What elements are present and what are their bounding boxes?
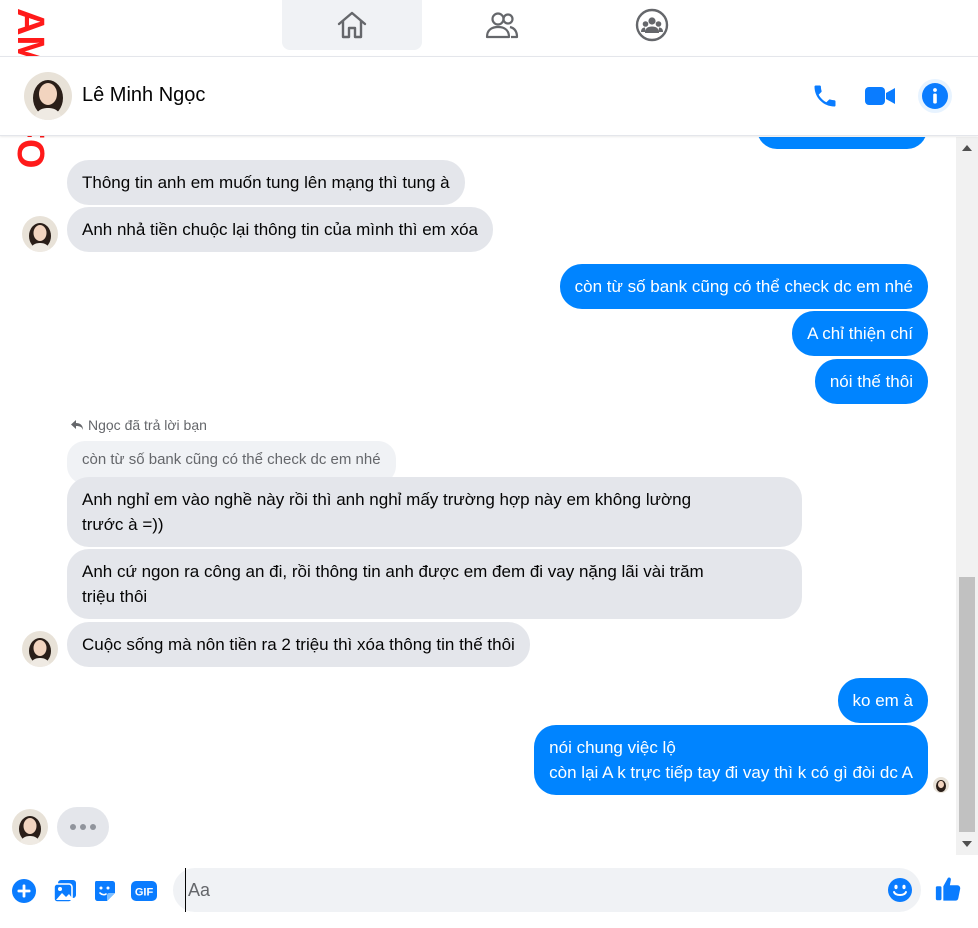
photo-icon — [53, 880, 76, 903]
message-composer: GIF — [0, 855, 978, 928]
emoji-button[interactable] — [887, 877, 913, 903]
gif-button[interactable]: GIF — [130, 877, 158, 905]
message-bubble-incoming[interactable]: Anh nhả tiền chuộc lại thông tin của mìn… — [67, 207, 493, 252]
home-icon — [337, 11, 367, 39]
phone-icon — [814, 85, 836, 107]
video-call-button[interactable] — [863, 79, 897, 113]
groups-icon — [635, 8, 669, 42]
seen-indicator-avatar — [933, 777, 949, 793]
reply-label-text: Ngọc đã trả lời bạn — [88, 417, 207, 433]
reply-indicator: Ngọc đã trả lời bạn — [70, 417, 207, 433]
scrollbar[interactable] — [956, 137, 978, 855]
avatar[interactable] — [22, 631, 58, 667]
conversation-header: Lê Minh Ngọc — [0, 56, 978, 136]
scroll-up-button[interactable] — [956, 137, 978, 159]
video-icon — [865, 87, 895, 105]
conversation-info-button[interactable] — [918, 79, 952, 113]
message-input-container — [173, 868, 921, 912]
message-bubble-outgoing[interactable]: nói chung việc lộ còn lại A k trực tiếp … — [534, 725, 928, 795]
typing-dot — [80, 824, 86, 830]
contact-name[interactable]: Lê Minh Ngọc — [82, 84, 205, 107]
tab-people[interactable] — [432, 0, 572, 50]
reply-arrow-icon — [71, 420, 83, 430]
plus-icon — [12, 879, 36, 903]
message-bubble-incoming[interactable]: Anh cứ ngon ra công an đi, rồi thông tin… — [67, 549, 802, 619]
sticker-button[interactable] — [91, 877, 119, 905]
avatar[interactable] — [12, 809, 48, 845]
tab-home[interactable] — [282, 0, 422, 50]
typing-dot — [90, 824, 96, 830]
message-bubble-outgoing[interactable] — [757, 137, 927, 149]
attach-photo-button[interactable] — [51, 877, 79, 905]
message-bubble-outgoing[interactable]: nói thế thôi — [814, 359, 928, 404]
message-input[interactable] — [185, 868, 875, 912]
voice-call-button[interactable] — [808, 79, 842, 113]
tab-groups[interactable] — [582, 0, 722, 50]
emoji-icon — [888, 878, 912, 902]
message-bubble-outgoing[interactable]: A chỉ thiện chí — [792, 311, 928, 356]
gif-label: GIF — [135, 887, 154, 899]
top-navigation — [0, 0, 978, 55]
more-actions-button[interactable] — [10, 877, 38, 905]
gif-icon: GIF — [131, 881, 157, 901]
message-bubble-outgoing[interactable]: còn từ số bank cũng có thể check dc em n… — [559, 264, 928, 309]
message-bubble-incoming[interactable]: Anh nghỉ em vào nghề này rồi thì anh ngh… — [67, 477, 802, 547]
info-icon — [922, 83, 948, 109]
avatar[interactable] — [22, 216, 58, 252]
like-icon — [935, 877, 961, 901]
message-bubble-incoming[interactable]: Thông tin anh em muốn tung lên mạng thì … — [67, 160, 465, 205]
sticker-icon — [95, 881, 115, 901]
scroll-up-arrow-icon — [962, 145, 972, 151]
scroll-down-arrow-icon — [962, 841, 972, 847]
send-like-button[interactable] — [934, 875, 962, 903]
message-list[interactable]: Thông tin anh em muốn tung lên mạng thì … — [0, 137, 956, 855]
avatar[interactable] — [24, 72, 72, 120]
scrollbar-thumb[interactable] — [959, 577, 975, 832]
scroll-down-button[interactable] — [956, 833, 978, 855]
message-bubble-outgoing[interactable]: ko em à — [837, 678, 928, 723]
typing-dot — [70, 824, 76, 830]
message-bubble-incoming[interactable]: Cuộc sống mà nôn tiền ra 2 triệu thì xóa… — [67, 622, 530, 667]
typing-indicator — [57, 807, 109, 847]
people-icon — [485, 12, 519, 39]
